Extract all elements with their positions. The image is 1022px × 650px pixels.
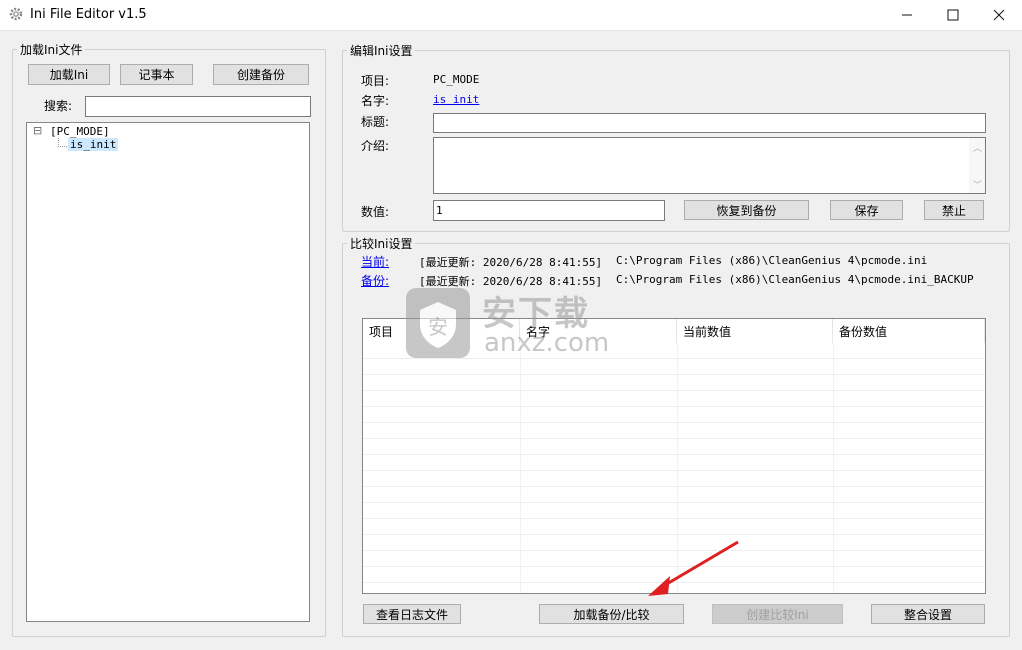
watermark-shield-icon: 安 xyxy=(402,284,474,362)
table-row xyxy=(363,503,985,519)
tree-node-is-init[interactable]: is_init xyxy=(68,138,119,151)
column-header-backup[interactable]: 备份数值 xyxy=(833,319,985,343)
title-label: 标题: xyxy=(361,115,390,129)
table-row xyxy=(363,455,985,471)
tree-node-pc-mode[interactable]: [PC_MODE] xyxy=(50,125,110,138)
app-gear-icon xyxy=(8,6,24,22)
column-header-current[interactable]: 当前数值 xyxy=(677,319,833,343)
merge-settings-button[interactable]: 整合设置 xyxy=(871,604,985,624)
search-label: 搜索: xyxy=(44,99,73,113)
title-input[interactable] xyxy=(433,113,986,133)
table-row xyxy=(363,423,985,439)
svg-text:安: 安 xyxy=(428,315,448,339)
view-log-button[interactable]: 查看日志文件 xyxy=(363,604,461,624)
table-row xyxy=(363,439,985,455)
tree-collapse-icon[interactable]: ⊟ xyxy=(33,124,42,137)
search-input[interactable] xyxy=(85,96,311,117)
item-label: 项目: xyxy=(361,74,390,88)
item-value: PC_MODE xyxy=(433,73,480,86)
load-ini-button[interactable]: 加载Ini xyxy=(28,64,110,85)
notepad-button[interactable]: 记事本 xyxy=(120,64,193,85)
desc-textarea[interactable]: ︿ ﹀ xyxy=(433,137,986,194)
create-compare-button[interactable]: 创建比较Ini xyxy=(712,604,843,624)
close-button[interactable] xyxy=(976,0,1022,30)
restore-backup-button[interactable]: 恢复到备份 xyxy=(684,200,809,220)
scroll-down-icon[interactable]: ﹀ xyxy=(973,178,982,191)
current-update: [最近更新: 2020/6/28 8:41:55] xyxy=(419,256,603,269)
window-title: Ini File Editor v1.5 xyxy=(30,7,147,22)
table-row xyxy=(363,471,985,487)
desc-scrollbar[interactable]: ︿ ﹀ xyxy=(969,138,985,193)
watermark-text-en: anxz.com xyxy=(484,328,610,358)
minimize-button[interactable] xyxy=(884,0,930,30)
desc-label: 介绍: xyxy=(361,139,390,153)
compare-ini-legend: 比较Ini设置 xyxy=(347,235,416,252)
value-input[interactable] xyxy=(433,200,665,221)
create-backup-button[interactable]: 创建备份 xyxy=(213,64,309,85)
disable-button[interactable]: 禁止 xyxy=(924,200,984,220)
value-label: 数值: xyxy=(361,205,390,219)
name-value-link[interactable]: is init xyxy=(433,93,479,106)
watermark: 安 安下载 anxz.com xyxy=(402,284,622,364)
save-button[interactable]: 保存 xyxy=(830,200,903,220)
table-row xyxy=(363,487,985,503)
load-compare-button[interactable]: 加载备份/比较 xyxy=(539,604,684,624)
table-row xyxy=(363,519,985,535)
table-row xyxy=(363,375,985,391)
table-row xyxy=(363,391,985,407)
name-label: 名字: xyxy=(361,94,390,108)
title-bar: Ini File Editor v1.5 xyxy=(0,0,1022,31)
red-arrow-annotation xyxy=(648,540,739,596)
current-link[interactable]: 当前: xyxy=(361,253,389,270)
table-row xyxy=(363,407,985,423)
current-path: C:\Program Files (x86)\CleanGenius 4\pcm… xyxy=(616,254,928,267)
maximize-button[interactable] xyxy=(930,0,976,30)
scroll-up-icon[interactable]: ︿ xyxy=(973,141,982,154)
load-ini-legend: 加载Ini文件 xyxy=(17,41,86,58)
backup-link[interactable]: 备份: xyxy=(361,272,389,289)
ini-tree[interactable]: ⊟ [PC_MODE] is_init xyxy=(26,122,310,622)
backup-path: C:\Program Files (x86)\CleanGenius 4\pcm… xyxy=(616,273,974,286)
edit-ini-legend: 编辑Ini设置 xyxy=(347,42,416,59)
